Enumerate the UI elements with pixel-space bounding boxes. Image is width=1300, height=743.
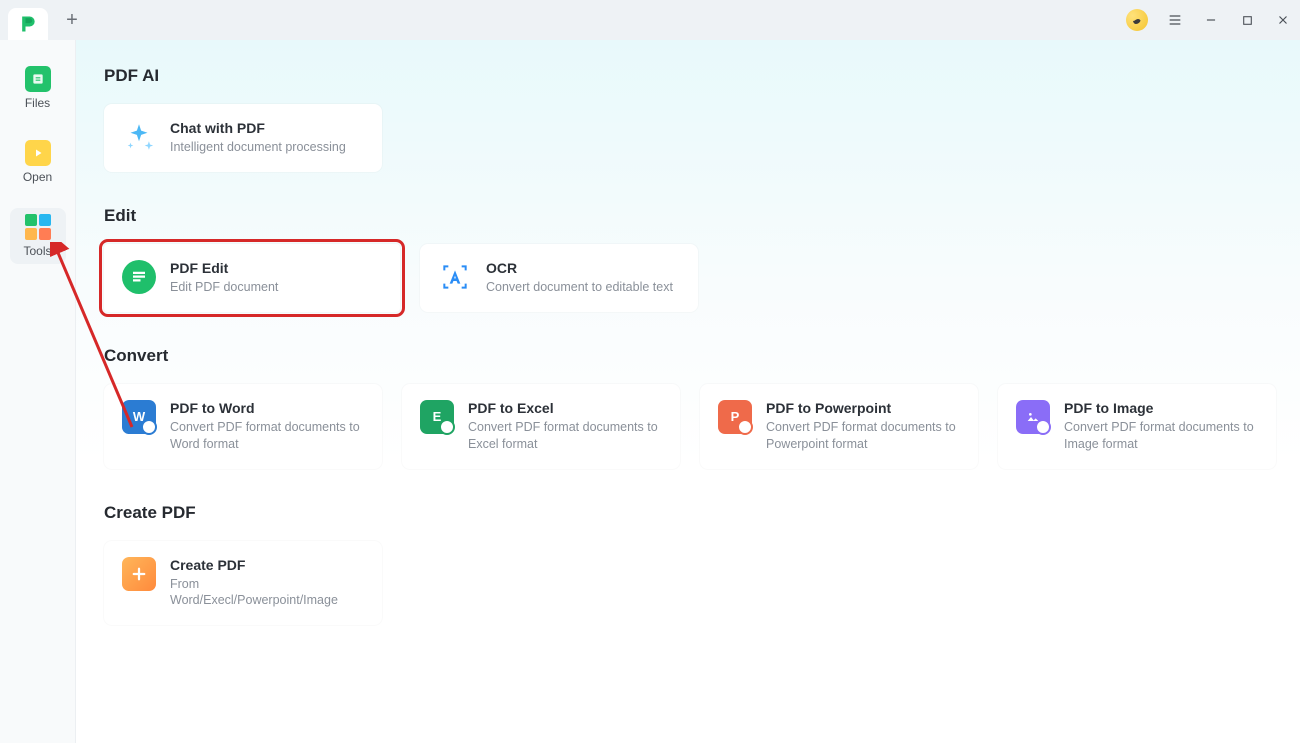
card-pdf-to-excel[interactable]: E PDF to Excel Convert PDF format docume… — [402, 384, 680, 469]
close-icon — [1276, 13, 1290, 27]
close-button[interactable] — [1274, 11, 1292, 29]
create-pdf-icon — [122, 557, 156, 591]
card-text: PDF to Excel Convert PDF format document… — [468, 400, 662, 453]
minimize-icon — [1204, 13, 1218, 27]
new-tab-button[interactable]: + — [60, 8, 84, 32]
sparkle-icon — [122, 120, 156, 154]
card-chat-with-pdf[interactable]: Chat with PDF Intelligent document proce… — [104, 104, 382, 172]
main-area: Files Open Tools PDF AI — [0, 40, 1300, 743]
maximize-icon — [1241, 14, 1254, 27]
window-controls — [1126, 9, 1292, 31]
section-heading-edit: Edit — [104, 206, 1300, 226]
card-row-create-pdf: Create PDF From Word/Execl/Powerpoint/Im… — [104, 541, 1300, 626]
plus-icon: + — [66, 9, 78, 32]
card-subtitle: From Word/Execl/Powerpoint/Image — [170, 576, 364, 610]
card-create-pdf[interactable]: Create PDF From Word/Execl/Powerpoint/Im… — [104, 541, 382, 626]
minimize-button[interactable] — [1202, 11, 1220, 29]
sidebar-item-open[interactable]: Open — [10, 134, 66, 190]
card-text: PDF to Image Convert PDF format document… — [1064, 400, 1258, 453]
app-logo-icon — [18, 14, 38, 34]
card-title: PDF to Image — [1064, 400, 1258, 416]
card-subtitle: Intelligent document processing — [170, 139, 346, 156]
card-pdf-edit[interactable]: PDF Edit Edit PDF document — [104, 244, 400, 312]
excel-icon: E — [420, 400, 454, 434]
word-icon: W — [122, 400, 156, 434]
card-subtitle: Convert PDF format documents to Excel fo… — [468, 419, 662, 453]
tab-strip: + — [8, 0, 84, 40]
card-text: PDF to Powerpoint Convert PDF format doc… — [766, 400, 960, 453]
maximize-button[interactable] — [1238, 11, 1256, 29]
card-text: PDF Edit Edit PDF document — [170, 260, 278, 296]
tools-icon — [25, 214, 51, 240]
section-heading-pdf-ai: PDF AI — [104, 66, 1300, 86]
sidebar: Files Open Tools — [0, 40, 76, 743]
card-text: Create PDF From Word/Execl/Powerpoint/Im… — [170, 557, 364, 610]
card-title: PDF to Word — [170, 400, 364, 416]
image-icon — [1016, 400, 1050, 434]
profile-badge[interactable] — [1126, 9, 1148, 31]
card-subtitle: Convert PDF format documents to Image fo… — [1064, 419, 1258, 453]
card-row-pdf-ai: Chat with PDF Intelligent document proce… — [104, 104, 1300, 172]
app-tab-home[interactable] — [8, 8, 48, 40]
ocr-icon — [438, 260, 472, 294]
card-subtitle: Edit PDF document — [170, 279, 278, 296]
card-subtitle: Convert PDF format documents to Word for… — [170, 419, 364, 453]
card-text: OCR Convert document to editable text — [486, 260, 673, 296]
card-text: PDF to Word Convert PDF format documents… — [170, 400, 364, 453]
section-heading-convert: Convert — [104, 346, 1300, 366]
card-title: PDF to Powerpoint — [766, 400, 960, 416]
open-icon — [25, 140, 51, 166]
sidebar-item-label: Files — [25, 96, 50, 110]
menu-button[interactable] — [1166, 11, 1184, 29]
bird-icon — [1131, 14, 1143, 26]
card-pdf-to-word[interactable]: W PDF to Word Convert PDF format documen… — [104, 384, 382, 469]
hamburger-icon — [1167, 12, 1183, 28]
titlebar: + — [0, 0, 1300, 40]
card-title: OCR — [486, 260, 673, 276]
card-ocr[interactable]: OCR Convert document to editable text — [420, 244, 698, 312]
card-subtitle: Convert document to editable text — [486, 279, 673, 296]
card-pdf-to-powerpoint[interactable]: P PDF to Powerpoint Convert PDF format d… — [700, 384, 978, 469]
section-heading-create-pdf: Create PDF — [104, 503, 1300, 523]
sidebar-item-label: Open — [23, 170, 52, 184]
card-row-edit: PDF Edit Edit PDF document OCR Convert d… — [104, 244, 1300, 312]
content-area: PDF AI Chat with PDF Intelligent documen… — [76, 40, 1300, 743]
card-title: PDF Edit — [170, 260, 278, 276]
sidebar-item-tools[interactable]: Tools — [10, 208, 66, 264]
files-icon — [25, 66, 51, 92]
card-pdf-to-image[interactable]: PDF to Image Convert PDF format document… — [998, 384, 1276, 469]
card-text: Chat with PDF Intelligent document proce… — [170, 120, 346, 156]
card-title: Chat with PDF — [170, 120, 346, 136]
card-subtitle: Convert PDF format documents to Powerpoi… — [766, 419, 960, 453]
pdf-edit-icon — [122, 260, 156, 294]
sidebar-item-files[interactable]: Files — [10, 60, 66, 116]
card-title: Create PDF — [170, 557, 364, 573]
card-title: PDF to Excel — [468, 400, 662, 416]
card-row-convert: W PDF to Word Convert PDF format documen… — [104, 384, 1300, 469]
powerpoint-icon: P — [718, 400, 752, 434]
sidebar-item-label: Tools — [23, 244, 51, 258]
